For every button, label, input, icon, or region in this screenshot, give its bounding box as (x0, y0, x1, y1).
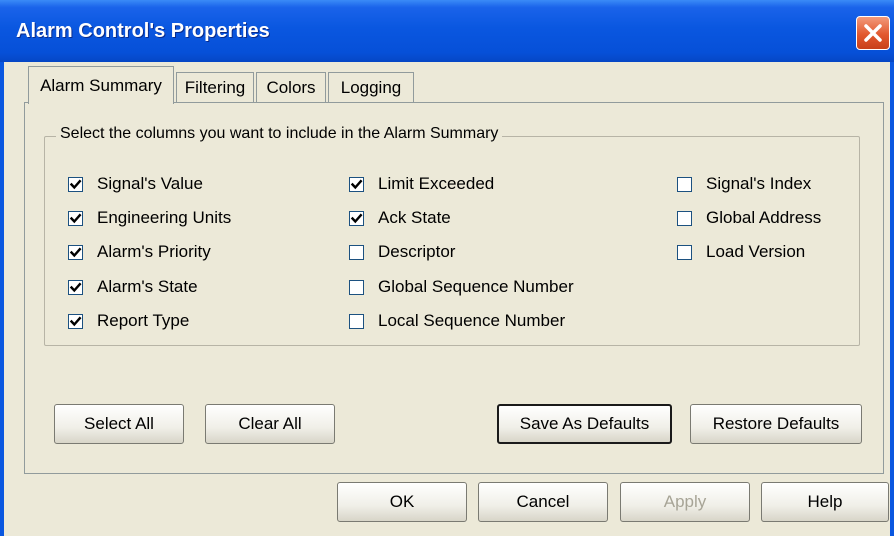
checkbox-signals-value[interactable]: Signal's Value (68, 173, 203, 195)
ok-button[interactable]: OK (337, 482, 467, 522)
checkbox-alarms-priority[interactable]: Alarm's Priority (68, 241, 211, 263)
close-button[interactable] (856, 16, 890, 50)
checkbox-label: Descriptor (378, 242, 456, 261)
checkbox-descriptor[interactable]: Descriptor (349, 241, 455, 263)
groupbox-legend: Select the columns you want to include i… (56, 125, 503, 143)
check-icon (68, 313, 83, 329)
tab-label: Alarm Summary (40, 75, 162, 95)
window-border-right (890, 62, 894, 536)
check-icon (349, 313, 364, 329)
checkbox-report-type[interactable]: Report Type (68, 310, 189, 332)
tab-label: Filtering (184, 77, 246, 97)
checkbox-label: Engineering Units (97, 208, 232, 227)
checkbox-alarms-state[interactable]: Alarm's State (68, 276, 198, 298)
checkbox-label: Alarm's Priority (97, 242, 211, 261)
checkbox-label: Signal's Value (97, 174, 203, 193)
check-icon (68, 210, 83, 226)
checkbox-global-address[interactable]: Global Address (677, 207, 821, 229)
tab-colors[interactable]: Colors (256, 72, 326, 102)
close-icon (864, 24, 882, 42)
checkbox-label: Ack State (378, 208, 451, 227)
checkbox-signals-index[interactable]: Signal's Index (677, 173, 811, 195)
save-as-defaults-button[interactable]: Save As Defaults (497, 404, 672, 444)
check-icon (677, 244, 692, 260)
check-icon (677, 176, 692, 192)
window-border-left (0, 62, 4, 536)
select-all-button[interactable]: Select All (54, 404, 184, 444)
title-bar: Alarm Control's Properties (0, 0, 894, 62)
check-icon (68, 279, 83, 295)
checkbox-limit-exceeded[interactable]: Limit Exceeded (349, 173, 494, 195)
checkbox-label: Global Sequence Number (378, 277, 574, 296)
checkbox-load-version[interactable]: Load Version (677, 241, 805, 263)
tab-alarm-summary[interactable]: Alarm Summary (28, 66, 174, 104)
tab-logging[interactable]: Logging (328, 72, 414, 102)
window-title: Alarm Control's Properties (16, 20, 270, 42)
check-icon (349, 176, 364, 192)
checkbox-label: Signal's Index (706, 174, 812, 193)
checkbox-label: Alarm's State (97, 277, 198, 296)
checkbox-label: Global Address (706, 208, 822, 227)
checkbox-global-sequence-number[interactable]: Global Sequence Number (349, 276, 574, 298)
help-button[interactable]: Help (761, 482, 889, 522)
cancel-button[interactable]: Cancel (478, 482, 608, 522)
restore-defaults-button[interactable]: Restore Defaults (690, 404, 862, 444)
checkbox-ack-state[interactable]: Ack State (349, 207, 451, 229)
checkbox-local-sequence-number[interactable]: Local Sequence Number (349, 310, 565, 332)
tab-label: Colors (266, 77, 316, 97)
checkbox-engineering-units[interactable]: Engineering Units (68, 207, 231, 229)
check-icon (349, 210, 364, 226)
check-icon (68, 176, 83, 192)
clear-all-button[interactable]: Clear All (205, 404, 335, 444)
tab-label: Logging (340, 77, 402, 97)
check-icon (349, 244, 364, 260)
check-icon (349, 279, 364, 295)
checkbox-label: Local Sequence Number (378, 311, 566, 330)
checkbox-label: Load Version (706, 242, 806, 261)
apply-button[interactable]: Apply (620, 482, 750, 522)
check-icon (677, 210, 692, 226)
tab-filtering[interactable]: Filtering (176, 72, 254, 102)
check-icon (68, 244, 83, 260)
checkbox-label: Report Type (97, 311, 190, 330)
checkbox-label: Limit Exceeded (378, 174, 495, 193)
